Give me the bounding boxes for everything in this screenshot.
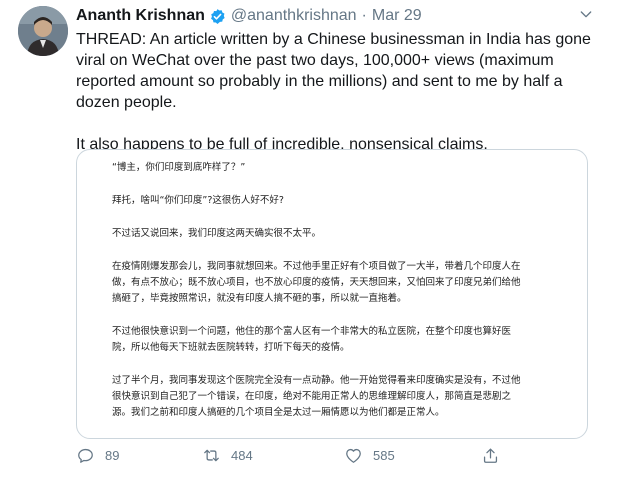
article-paragraph: 在疫情刚爆发那会儿，我同事就想回来。不过他手里正好有个项目做了一大半，带着几个印…: [112, 261, 521, 304]
reply-icon: [78, 448, 93, 463]
article-text: “博主，你们印度到底咋样了？” 拜托，啥叫“你们印度”?这很伤人好不好? 不过话…: [112, 160, 522, 438]
display-name[interactable]: Ananth Krishnan: [76, 7, 205, 25]
avatar[interactable]: [18, 6, 68, 56]
tweet-paragraph: THREAD: An article written by a Chinese …: [76, 31, 591, 111]
separator-dot: ·: [361, 7, 367, 24]
tweet-header: Ananth Krishnan @ananthkrishnan · Mar 29: [76, 6, 422, 26]
avatar-image: [18, 6, 68, 56]
article-paragraph: 不过他很快意识到一个问题，他住的那个富人区有一个非常大的私立医院，在整个印度也算…: [112, 326, 512, 353]
article-paragraph: “博主，你们印度到底咋样了？”: [112, 162, 246, 173]
user-handle[interactable]: @ananthkrishnan: [231, 7, 357, 25]
article-paragraph: 拜托，啥叫“你们印度”?这很伤人好不好?: [112, 195, 284, 206]
retweet-icon: [204, 449, 219, 462]
retweet-count: 484: [231, 448, 253, 463]
reply-button[interactable]: 89: [76, 446, 119, 465]
like-count: 585: [373, 448, 395, 463]
tweet-date[interactable]: Mar 29: [372, 7, 422, 25]
tweet-text: THREAD: An article written by a Chinese …: [76, 29, 604, 155]
chevron-down-icon[interactable]: [578, 6, 594, 22]
share-icon: [483, 448, 498, 463]
tweet-actions: 89 484 585: [76, 446, 604, 468]
share-button[interactable]: [481, 446, 510, 465]
reply-count: 89: [105, 448, 120, 463]
attached-image[interactable]: “博主，你们印度到底咋样了？” 拜托，啥叫“你们印度”?这很伤人好不好? 不过话…: [76, 149, 588, 439]
article-paragraph: 不过话又说回来，我们印度这两天确实很不太平。: [112, 228, 322, 239]
heart-icon: [346, 448, 361, 463]
article-paragraph: 过了半个月，我同事发现这个医院完全没有一点动静。他一开始觉得看来印度确实是没有，…: [112, 375, 521, 418]
like-button[interactable]: 585: [344, 446, 395, 465]
verified-badge-icon: [210, 8, 225, 24]
retweet-button[interactable]: 484: [202, 446, 253, 465]
